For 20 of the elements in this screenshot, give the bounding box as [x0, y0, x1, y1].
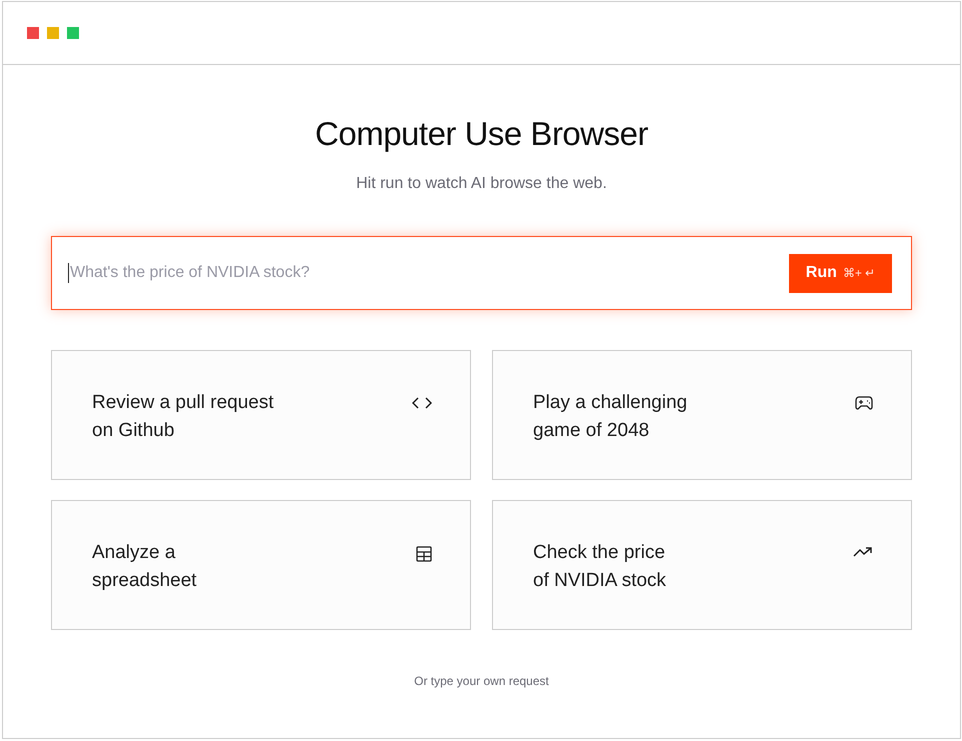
suggestion-card[interactable]: Check the price of NVIDIA stock [492, 500, 912, 630]
search-input[interactable]: What's the price of NVIDIA stock? [68, 263, 789, 283]
subtitle: Hit run to watch AI browse the web. [355, 175, 608, 193]
trend-up-icon [853, 546, 873, 558]
card-text: Play a challenging game of 2048 [533, 391, 688, 443]
table-icon [416, 546, 432, 562]
suggestion-card[interactable]: Analyze a spreadsheet [51, 500, 471, 630]
footer-hint: Or type your own request [413, 674, 550, 688]
card-text: Check the price of NVIDIA stock [533, 541, 666, 593]
card-text: Review a pull request on Github [92, 391, 274, 443]
page-title: Computer Use Browser [314, 115, 649, 153]
suggestion-card[interactable]: Review a pull request on Github [51, 350, 471, 480]
window-control[interactable] [67, 27, 79, 39]
card-text: Analyze a spreadsheet [92, 541, 197, 593]
window-control[interactable] [27, 27, 39, 39]
window-control[interactable] [47, 27, 59, 39]
suggestion-card[interactable]: Play a challenging game of 2048 [492, 350, 912, 480]
code-icon [412, 396, 432, 410]
gamepad-icon [855, 396, 873, 410]
run-button[interactable]: Run ⌘+ ↵ [789, 254, 892, 292]
